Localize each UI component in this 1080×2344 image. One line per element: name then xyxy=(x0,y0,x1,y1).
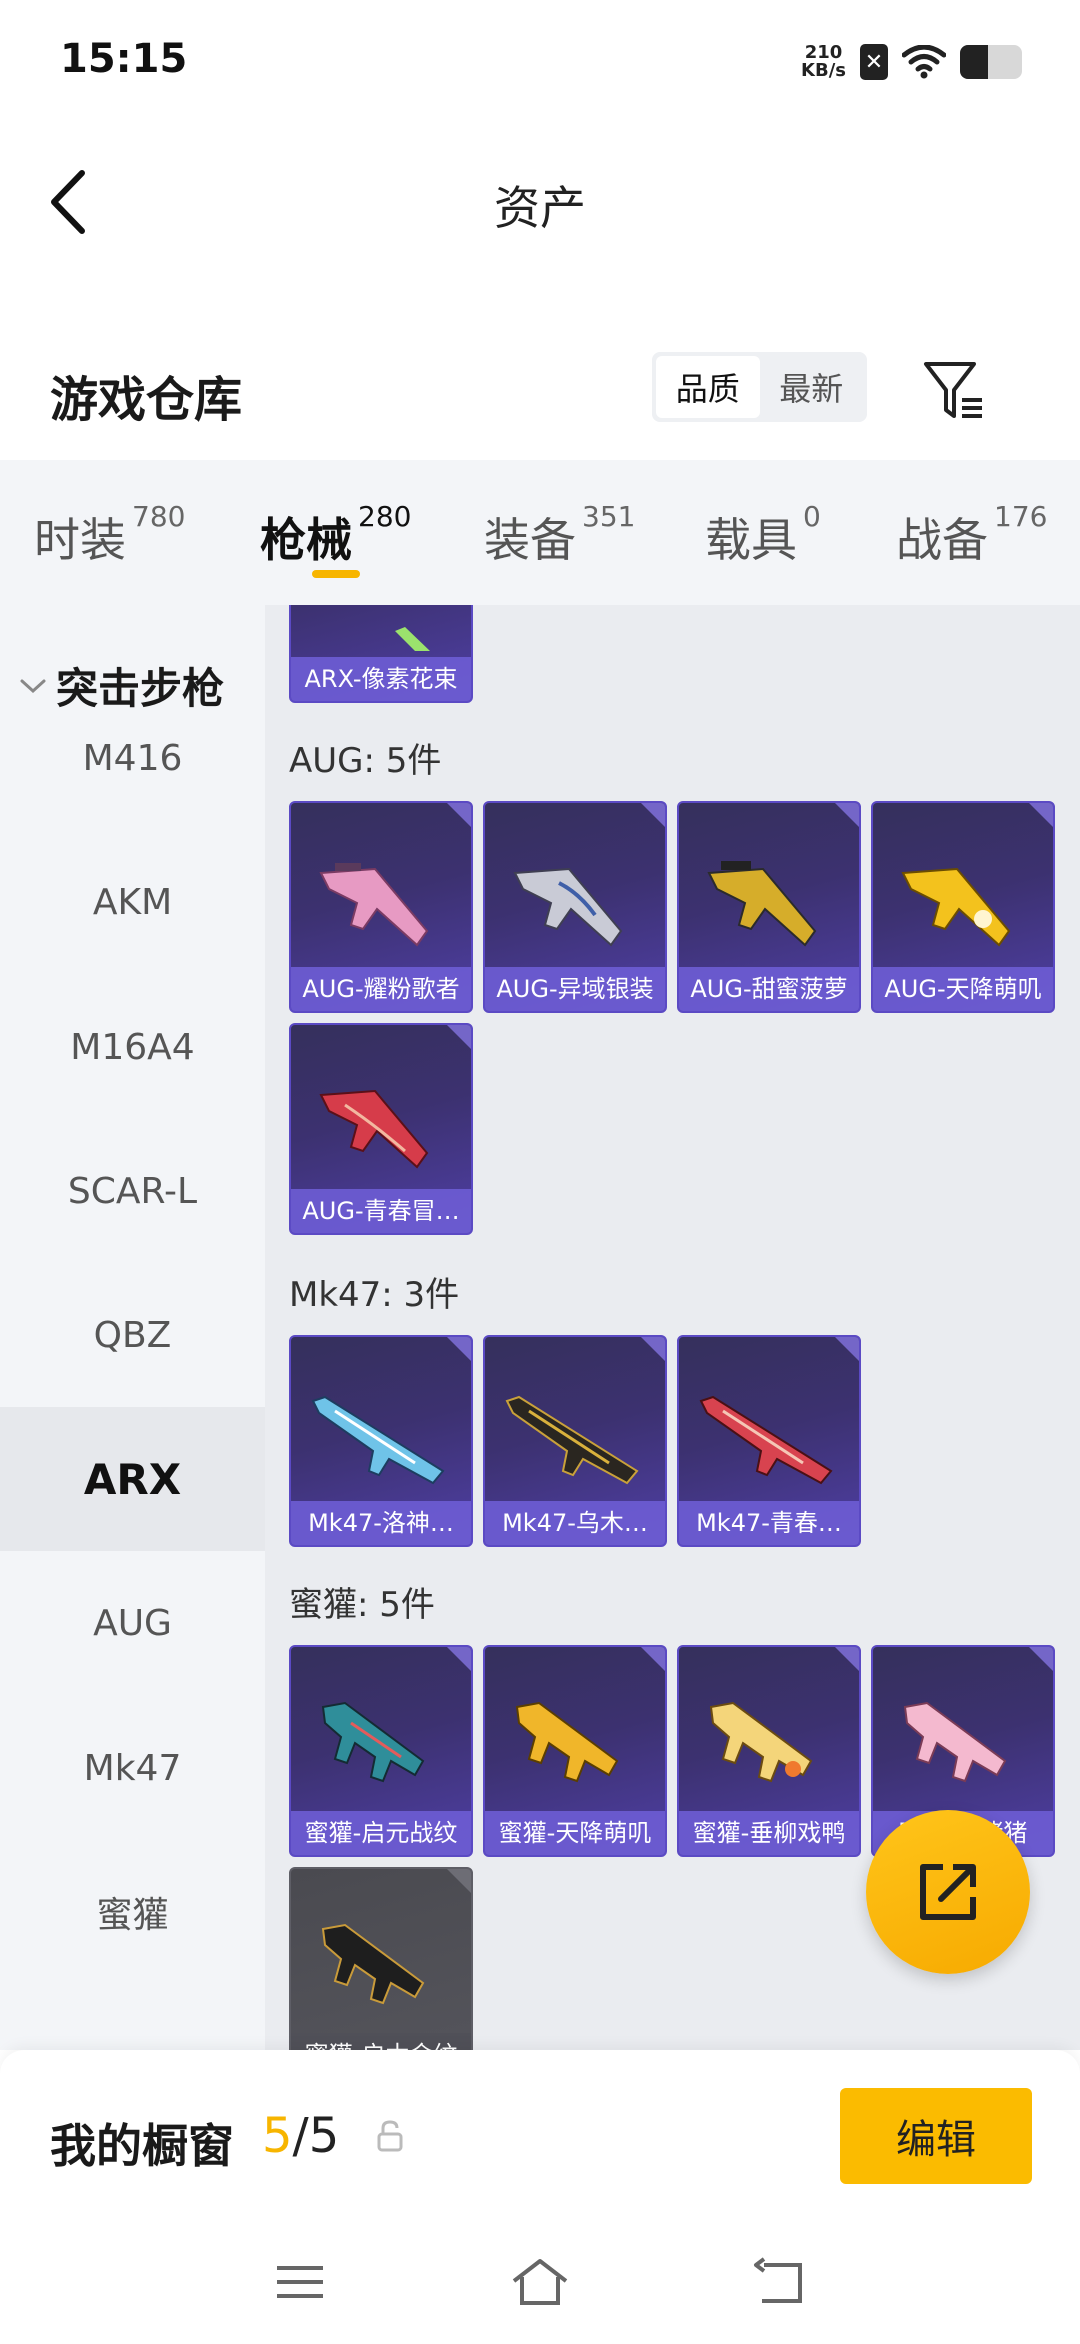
page-title: 资产 xyxy=(494,181,586,235)
weapon-card-name: Mk47-洛神… xyxy=(291,1501,471,1545)
recent-apps-button[interactable] xyxy=(265,2250,335,2314)
weapon-card-name: AUG-天降萌叽 xyxy=(873,967,1053,1011)
weapon-card[interactable]: 蜜獾-启元战纹 xyxy=(289,1645,473,1857)
sidebar-item-arx[interactable]: ARX xyxy=(0,1407,265,1551)
filter-button[interactable] xyxy=(920,358,990,424)
tab-supplies[interactable]: 战备 176 xyxy=(896,500,1047,570)
weapon-card-name: Mk47-乌木… xyxy=(485,1501,665,1545)
app-header: 资产 xyxy=(0,120,1080,280)
group-label-honey-badger: 蜜獾: 5件 xyxy=(289,1585,435,1625)
weapon-card[interactable]: 蜜獾-启木金纹 xyxy=(289,1867,473,2050)
group-label-mk47: Mk47: 3件 xyxy=(289,1275,460,1315)
tab-vehicles[interactable]: 载具 0 xyxy=(705,500,821,570)
weapon-image xyxy=(321,1701,425,1783)
weapon-image xyxy=(311,1395,445,1485)
weapon-card[interactable]: Mk47-乌木… xyxy=(483,1335,667,1547)
weapon-card-name: 蜜獾-启木金纹 xyxy=(291,2033,471,2050)
sort-toggle: 品质 最新 xyxy=(652,352,867,422)
sidebar-item-scar-l[interactable]: SCAR-L xyxy=(0,1119,265,1263)
weapon-card[interactable]: Mk47-青春… xyxy=(677,1335,861,1547)
back-nav-button[interactable] xyxy=(745,2250,815,2314)
no-sim-icon: ✕ xyxy=(860,44,888,80)
weapon-card-name: 蜜獾-垂柳戏鸭 xyxy=(679,1811,859,1855)
filter-icon xyxy=(924,362,982,418)
weapon-card-name: Mk47-青春… xyxy=(679,1501,859,1545)
weapon-card-name: AUG-青春冒… xyxy=(291,1189,471,1233)
weapon-sidebar: 突击步枪 M416 AKM M16A4 SCAR-L QBZ ARX AUG M… xyxy=(0,605,265,2050)
return-icon xyxy=(754,2257,802,2303)
status-icons: 210 KB/s ✕ xyxy=(801,40,1022,84)
weapon-image xyxy=(903,1701,1007,1783)
warehouse-title: 游戏仓库 xyxy=(50,372,243,428)
weapon-card[interactable]: ARX-像素花束 xyxy=(289,605,473,703)
weapon-card-name: AUG-甜蜜菠萝 xyxy=(679,967,859,1011)
weapon-card-name: AUG-异域银装 xyxy=(485,967,665,1011)
tab-equipment[interactable]: 装备 351 xyxy=(484,500,635,570)
battery-icon xyxy=(960,45,1022,79)
weapon-image xyxy=(395,627,430,651)
showcase-label: 我的橱窗 xyxy=(50,2119,234,2173)
showcase-count: 5/5 xyxy=(262,2108,340,2164)
system-nav-bar xyxy=(0,2220,1080,2344)
wifi-icon xyxy=(902,45,946,79)
home-icon xyxy=(512,2259,568,2305)
sidebar-item-qbz[interactable]: QBZ xyxy=(0,1263,265,1407)
weapon-image xyxy=(901,867,1011,947)
sort-option-quality[interactable]: 品质 xyxy=(656,356,760,418)
weapon-card[interactable]: AUG-耀粉歌者 xyxy=(289,801,473,1013)
battery-fill xyxy=(960,45,988,79)
weapon-card[interactable]: AUG-青春冒… xyxy=(289,1023,473,1235)
weapon-image xyxy=(709,1701,813,1783)
group-label-aug: AUG: 5件 xyxy=(289,741,442,781)
lock-icon xyxy=(377,2120,403,2152)
sidebar-item-aug[interactable]: AUG xyxy=(0,1551,265,1695)
tab-firearms[interactable]: 枪械 280 xyxy=(260,500,411,570)
showcase-panel: 我的橱窗 5/5 编辑 xyxy=(0,2050,1080,2220)
weapon-card[interactable]: AUG-异域银装 xyxy=(483,801,667,1013)
weapon-card[interactable]: AUG-天降萌叽 xyxy=(871,801,1055,1013)
weapon-card-name: AUG-耀粉歌者 xyxy=(291,967,471,1011)
active-tab-indicator xyxy=(312,570,360,578)
weapon-image xyxy=(505,1395,639,1485)
sidebar-item-m416[interactable]: M416 xyxy=(0,686,265,830)
weapon-card[interactable]: 蜜獾-垂柳戏鸭 xyxy=(677,1645,861,1857)
weapon-card-name: ARX-像素花束 xyxy=(291,657,471,701)
weapon-card[interactable]: 蜜獾-天降萌叽 xyxy=(483,1645,667,1857)
weapon-image xyxy=(321,1923,425,2005)
sort-option-newest[interactable]: 最新 xyxy=(760,356,864,418)
category-tabs: 时装 780 枪械 280 装备 351 载具 0 战备 176 xyxy=(0,460,1080,605)
weapon-image xyxy=(319,1089,429,1169)
home-button[interactable] xyxy=(505,2250,575,2314)
weapon-card[interactable]: Mk47-洛神… xyxy=(289,1335,473,1547)
weapon-card[interactable]: AUG-甜蜜菠萝 xyxy=(677,801,861,1013)
sidebar-item-akm[interactable]: AKM xyxy=(0,830,265,974)
share-icon xyxy=(920,1864,976,1920)
weapon-image xyxy=(515,1701,619,1783)
weapon-image xyxy=(699,1395,833,1485)
weapon-image xyxy=(707,861,817,947)
weapon-card-name: 蜜獾-启元战纹 xyxy=(291,1811,471,1855)
sidebar-item-mk47[interactable]: Mk47 xyxy=(0,1696,265,1840)
share-button[interactable] xyxy=(866,1810,1030,1974)
network-speed: 210 KB/s xyxy=(801,42,846,81)
tab-fashion[interactable]: 时装 780 xyxy=(34,500,185,570)
sidebar-item-m16a4[interactable]: M16A4 xyxy=(0,975,265,1119)
warehouse-header: 游戏仓库 品质 最新 xyxy=(0,330,1080,450)
edit-button[interactable]: 编辑 xyxy=(840,2088,1032,2184)
sidebar-item-honey-badger[interactable]: 蜜獾 xyxy=(0,1840,265,1984)
status-bar: 15:15 210 KB/s ✕ xyxy=(0,0,1080,120)
menu-icon xyxy=(277,2266,323,2298)
weapon-image xyxy=(513,867,623,947)
weapon-image xyxy=(319,863,429,947)
status-time: 15:15 xyxy=(60,36,188,82)
weapon-card-name: 蜜獾-天降萌叽 xyxy=(485,1811,665,1855)
